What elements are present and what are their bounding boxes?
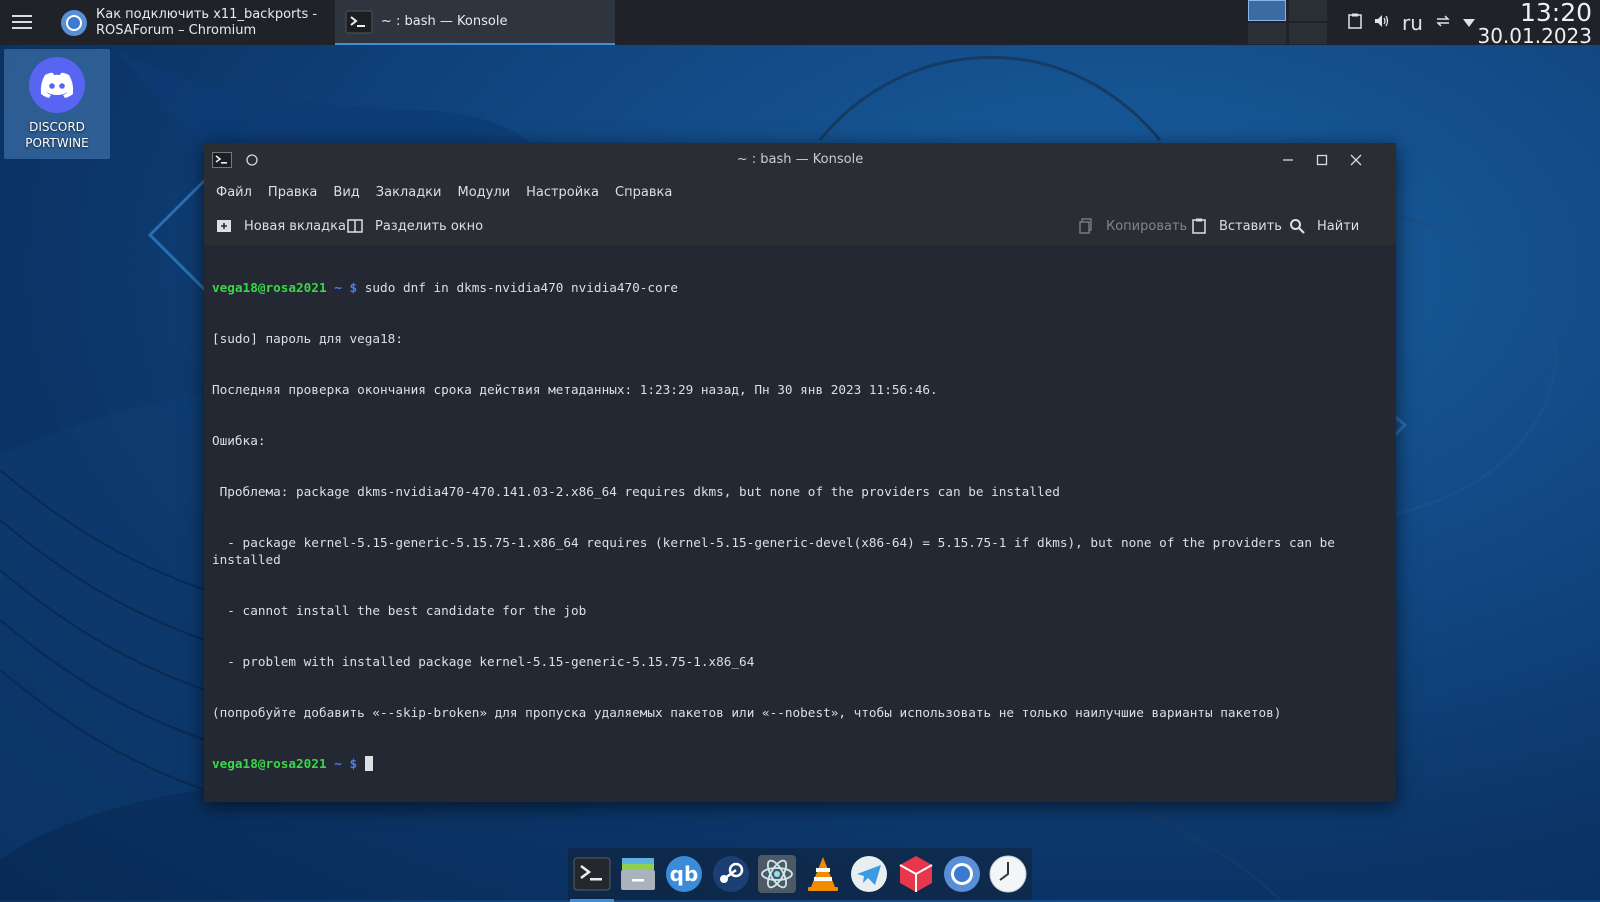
task-chromium-title-2: ROSAForum – Chromium <box>96 22 257 38</box>
clock-date: 30.01.2023 <box>1477 24 1592 48</box>
menu-edit[interactable]: Правка <box>268 185 317 200</box>
find-button[interactable]: Найти <box>1289 207 1359 245</box>
prompt-symbol: ~ $ <box>326 756 358 771</box>
task-chromium-title-1: Как подключить x11_backports - <box>96 6 318 22</box>
terminal-output-line: - problem with installed package kernel-… <box>212 654 755 669</box>
dock: qb <box>568 848 1032 902</box>
terminal-prompt-line: vega18@rosa2021 ~ $ <box>212 755 1388 772</box>
dock-package[interactable] <box>896 854 936 894</box>
desktop-2[interactable] <box>1289 0 1327 21</box>
prompt-user: vega18@rosa2021 <box>212 756 327 771</box>
terminal-icon <box>573 857 611 891</box>
virtual-desktop-pager[interactable] <box>1248 0 1328 45</box>
paste-button[interactable]: Вставить <box>1191 207 1282 245</box>
desktop-3[interactable] <box>1248 23 1286 44</box>
clipboard-icon[interactable] <box>1348 13 1362 33</box>
atom-icon <box>757 855 796 893</box>
volume-icon[interactable] <box>1374 13 1390 33</box>
files-icon <box>621 858 656 890</box>
top-panel: Как подключить x11_backports - ROSAForum… <box>0 0 1600 46</box>
chromium-icon <box>943 856 980 892</box>
close-button[interactable] <box>1346 150 1366 170</box>
menu-help[interactable]: Справка <box>615 185 672 200</box>
new-tab-label: Новая вкладка <box>244 218 346 234</box>
window-title: ~ : bash — Konsole <box>736 152 864 167</box>
find-label: Найти <box>1317 218 1360 234</box>
maximize-button[interactable] <box>1312 150 1332 170</box>
task-konsole[interactable]: ~ : bash — Konsole <box>335 0 615 45</box>
menu-bookmarks[interactable]: Закладки <box>376 185 442 200</box>
window-titlebar[interactable]: ~ : bash — Konsole <box>204 143 1396 177</box>
vlc-icon <box>808 857 839 891</box>
steam-icon <box>712 856 749 892</box>
terminal-command: sudo dnf in dkms-nvidia470 nvidia470-cor… <box>357 280 678 295</box>
terminal-output-line: - cannot install the best candidate for … <box>212 603 587 618</box>
kotatogram-icon <box>851 856 888 892</box>
system-tray: ru <box>1348 0 1487 45</box>
dock-kotatogram[interactable] <box>849 854 889 894</box>
dock-qbittorrent[interactable]: qb <box>664 854 704 894</box>
terminal-cursor <box>364 756 373 771</box>
desktop-icon-label-1: DISCORD <box>29 120 85 134</box>
new-tab-icon <box>217 220 231 232</box>
search-icon <box>1290 219 1305 234</box>
split-view-icon <box>347 219 363 233</box>
menu-plugins[interactable]: Модули <box>457 185 510 200</box>
desktop-icon-discord-portwine[interactable]: DISCORD PORTWINE <box>4 49 110 159</box>
dock-files[interactable] <box>618 854 658 894</box>
menu-settings[interactable]: Настройка <box>526 185 599 200</box>
task-chromium[interactable]: Как подключить x11_backports - ROSAForum… <box>50 0 330 45</box>
desktop-4[interactable] <box>1289 23 1327 44</box>
desktop-icon-label-2: PORTWINE <box>25 136 89 150</box>
prompt-symbol: ~ $ <box>326 280 358 295</box>
konsole-window: ~ : bash — Konsole Файл Правка Вид Закла… <box>204 143 1396 802</box>
keyboard-layout-indicator[interactable]: ru <box>1402 11 1423 35</box>
paste-icon <box>1192 218 1206 234</box>
toolbar: Новая вкладка Разделить окно Копировать … <box>204 207 1396 246</box>
terminal-output-line: (попробуйте добавить «--skip-broken» для… <box>212 705 1282 720</box>
dock-konsole[interactable] <box>570 854 614 902</box>
menu-file[interactable]: Файл <box>216 185 252 200</box>
menu-bar: Файл Правка Вид Закладки Модули Настройк… <box>204 177 1396 207</box>
terminal-output-line: Ошибка: <box>212 433 266 448</box>
digital-clock[interactable]: 13:20 30.01.2023 <box>1477 0 1592 46</box>
clock-time: 13:20 <box>1519 0 1592 27</box>
minimize-button[interactable] <box>1278 150 1298 170</box>
application-menu-button[interactable] <box>10 11 34 33</box>
terminal-output-line: [sudo] пароль для vega18: <box>212 331 403 346</box>
dock-atom[interactable] <box>757 854 797 894</box>
prompt-user: vega18@rosa2021 <box>212 280 327 295</box>
terminal-output-line: - package kernel-5.15-generic-5.15.75-1.… <box>212 535 1343 567</box>
split-view-label: Разделить окно <box>375 218 484 234</box>
dock-chromium[interactable] <box>942 854 982 894</box>
terminal-command-line: vega18@rosa2021 ~ $ sudo dnf in dkms-nvi… <box>212 279 1388 296</box>
tray-expand-icon[interactable] <box>1462 15 1475 31</box>
desktop-1[interactable] <box>1248 0 1286 21</box>
paste-label: Вставить <box>1219 218 1282 234</box>
dock-vlc[interactable] <box>803 854 843 894</box>
copy-icon <box>1079 218 1092 234</box>
terminal-output-line: Последняя проверка окончания срока дейст… <box>212 382 938 397</box>
new-tab-button[interactable]: Новая вкладка <box>216 207 346 245</box>
copy-button[interactable]: Копировать <box>1078 207 1187 245</box>
split-view-button[interactable]: Разделить окно <box>347 207 483 245</box>
svg-text:qb: qb <box>670 862 699 886</box>
terminal-icon <box>345 10 373 33</box>
dock-clock[interactable] <box>988 854 1028 894</box>
discord-icon <box>29 57 85 113</box>
terminal-output-line: Проблема: package dkms-nvidia470-470.141… <box>212 484 1060 499</box>
network-icon[interactable] <box>1435 14 1451 32</box>
chromium-icon <box>61 9 87 36</box>
dock-steam[interactable] <box>711 854 751 894</box>
copy-label: Копировать <box>1106 218 1188 234</box>
menu-view[interactable]: Вид <box>333 185 359 200</box>
clock-icon <box>989 855 1027 893</box>
terminal-view[interactable]: vega18@rosa2021 ~ $ sudo dnf in dkms-nvi… <box>204 245 1396 802</box>
qbittorrent-icon: qb <box>666 856 703 892</box>
task-konsole-title: ~ : bash — Konsole <box>381 14 508 29</box>
package-icon <box>899 856 933 892</box>
